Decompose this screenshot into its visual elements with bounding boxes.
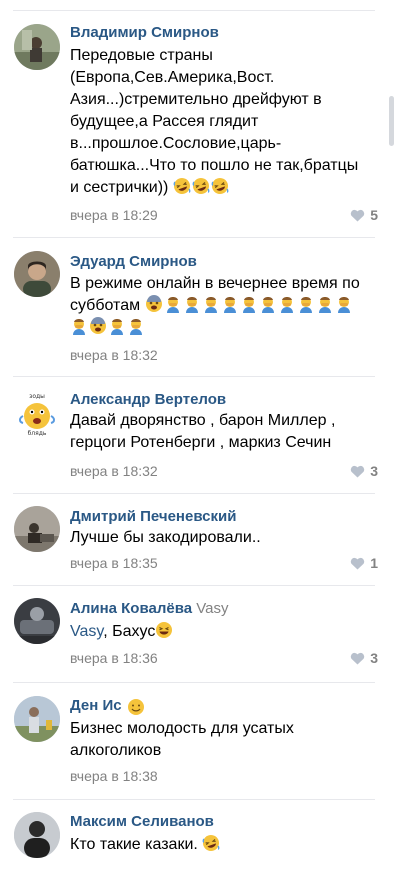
avatar-caption-top: зоды — [29, 393, 45, 400]
man-facepalm-icon — [70, 317, 88, 335]
comment-text: Передовые страны (Европа,Сев.Америка,Вос… — [70, 45, 370, 199]
divider — [13, 493, 375, 494]
comment-text: Лучше бы закодировали.. — [70, 529, 261, 546]
like-button[interactable]: 1 — [350, 554, 378, 572]
man-facepalm-icon — [183, 295, 201, 313]
man-facepalm-icon — [335, 295, 353, 313]
comment-author[interactable]: Александр Вертелов — [70, 391, 226, 409]
divider — [13, 799, 375, 800]
rofl-icon — [202, 834, 220, 852]
laughing-icon — [155, 621, 173, 639]
comment-author[interactable]: Максим Селиванов — [70, 813, 214, 831]
avatar-caption-bottom: блядь — [28, 430, 47, 436]
comment-text-body: Кто такие казаки. — [70, 836, 198, 853]
man-facepalm-icon — [108, 317, 126, 335]
rofl-icon — [192, 177, 210, 195]
comment-text: Vasy, Бахус — [70, 621, 370, 643]
man-facepalm-icon — [202, 295, 220, 313]
man-facepalm-icon — [316, 295, 334, 313]
emoji-group — [173, 177, 230, 196]
comment-time[interactable]: вчера в 18:38 — [70, 767, 158, 785]
smiling-face-icon — [127, 698, 146, 718]
avatar[interactable] — [14, 598, 60, 644]
heart-icon — [350, 465, 365, 478]
avatar[interactable] — [14, 696, 60, 742]
man-facepalm-icon — [164, 295, 182, 313]
comment-text: В режиме онлайн в вечернее время по субб… — [70, 273, 370, 339]
avatar[interactable] — [14, 24, 60, 70]
reply-to[interactable]: Vasy — [196, 600, 228, 617]
comment-author[interactable]: Владимир Смирнов — [70, 24, 219, 42]
author-name: Ден Ис — [70, 697, 122, 714]
emoji-group — [202, 834, 221, 853]
comment-author[interactable]: Ден Ис — [70, 697, 146, 718]
comment-time[interactable]: вчера в 18:32 — [70, 462, 158, 480]
rofl-icon — [173, 177, 191, 195]
comment-text: Кто такие казаки. — [70, 834, 370, 856]
comment-time[interactable]: вчера в 18:32 — [70, 346, 158, 364]
divider — [13, 585, 375, 586]
divider — [13, 682, 375, 683]
comment-text: Бизнес молодость для усатых алкоголиков — [70, 720, 294, 759]
fearful-icon — [89, 317, 107, 335]
comment-text-body: Передовые страны (Европа,Сев.Америка,Вос… — [70, 47, 359, 196]
rofl-icon — [211, 177, 229, 195]
avatar[interactable] — [14, 251, 60, 297]
comment-author[interactable]: Алина Ковалёва Vasy — [70, 600, 228, 618]
comment-author[interactable]: Эдуард Смирнов — [70, 253, 197, 271]
avatar[interactable] — [14, 506, 60, 552]
comment-author[interactable]: Дмитрий Печеневский — [70, 508, 236, 526]
like-count: 3 — [370, 463, 378, 479]
comment-time[interactable]: вчера в 18:29 — [70, 206, 158, 224]
comment-text: Давай дворянство , барон Миллер , герцог… — [70, 412, 336, 451]
comment-time[interactable]: вчера в 18:35 — [70, 554, 158, 572]
scrollbar[interactable] — [389, 96, 394, 146]
man-facepalm-icon — [259, 295, 277, 313]
avatar[interactable] — [14, 812, 60, 858]
divider — [13, 10, 375, 11]
man-facepalm-icon — [127, 317, 145, 335]
like-button[interactable]: 3 — [350, 462, 378, 480]
man-facepalm-icon — [221, 295, 239, 313]
like-count: 1 — [370, 555, 378, 571]
man-facepalm-icon — [297, 295, 315, 313]
comments-feed: Владимир Смирнов Передовые страны (Европ… — [0, 0, 400, 869]
divider — [13, 376, 375, 377]
fearful-icon — [145, 295, 163, 313]
like-button[interactable]: 5 — [350, 206, 378, 224]
avatar[interactable]: зоды блядь — [14, 390, 60, 436]
comment-text-body: , Бахус — [103, 623, 156, 640]
divider — [13, 237, 375, 238]
author-name: Алина Ковалёва — [70, 600, 193, 617]
like-button[interactable]: 3 — [350, 649, 378, 667]
like-count: 3 — [370, 650, 378, 666]
comment-time[interactable]: вчера в 18:36 — [70, 649, 158, 667]
emoji-group — [155, 621, 174, 640]
like-count: 5 — [370, 207, 378, 223]
mention-link[interactable]: Vasy — [70, 623, 103, 640]
heart-icon — [350, 652, 365, 665]
man-facepalm-icon — [240, 295, 258, 313]
man-facepalm-icon — [278, 295, 296, 313]
heart-icon — [350, 557, 365, 570]
heart-icon — [350, 209, 365, 222]
